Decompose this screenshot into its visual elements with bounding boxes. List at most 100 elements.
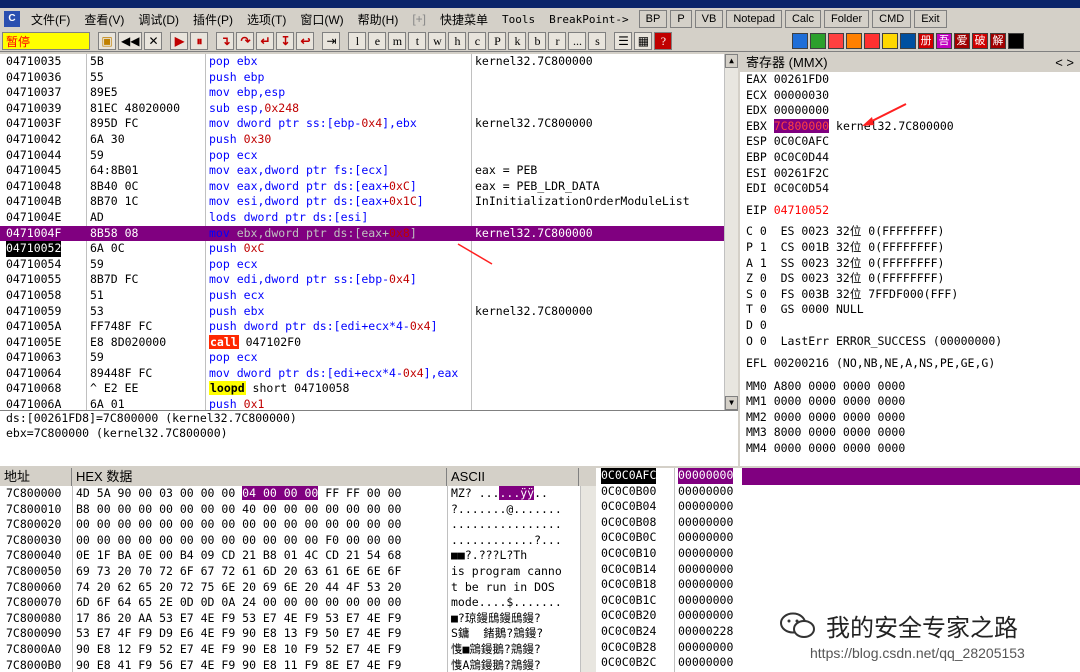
list-icon[interactable]: ☰ (614, 31, 633, 50)
folder-button[interactable]: Folder (823, 10, 870, 28)
disasm-row[interactable]: 0471003F 895D FC mov dword ptr ss:[ebp-0x4… (0, 116, 738, 132)
plugin-label-wu[interactable]: 吾 (936, 32, 952, 49)
restart-icon[interactable]: ◀◀ (118, 31, 143, 50)
menu-options[interactable]: 选项(T) (240, 11, 293, 28)
executables-button[interactable]: e (368, 31, 387, 50)
disasm-row[interactable]: 04710044 59 pop ecx (0, 148, 738, 164)
plugin-icon-7[interactable] (900, 32, 916, 49)
source-button[interactable]: s (588, 31, 607, 50)
menu-tools[interactable]: Tools (495, 13, 542, 26)
trace-over-icon[interactable]: ↧ (276, 31, 295, 50)
reg-ebp[interactable]: EBP 0C0C0D44 (740, 150, 1080, 166)
cmd-button[interactable]: CMD (872, 10, 912, 28)
stack-row[interactable]: 0C0C0B28 00000000 (596, 640, 742, 656)
disasm-row[interactable]: 0471005A FF748F FC push dword ptr ds:[edi+… (0, 319, 738, 335)
close-icon[interactable]: ✕ (144, 31, 163, 50)
threads-button[interactable]: t (408, 31, 427, 50)
help-icon[interactable]: ? (654, 31, 673, 50)
disasm-row[interactable]: 0471004B 8B70 1C mov esi,dword ptr ds:[eax… (0, 194, 738, 210)
menu-plugins[interactable]: 插件(P) (186, 11, 240, 28)
dump-row[interactable]: 7C800000 4D 5A 90 00 03 00 00 00 04 00 00… (0, 486, 596, 502)
reg-mm2[interactable]: MM2 0000 0000 0000 0000 (740, 410, 1080, 426)
open-icon[interactable]: ▣ (98, 31, 116, 50)
menu-window[interactable]: 窗口(W) (293, 11, 350, 28)
stack-row[interactable]: 0C0C0B00 00000000 (596, 484, 742, 500)
disasm-row[interactable]: 04710063 59 pop ecx (0, 350, 738, 366)
breakpoints-button[interactable]: b (528, 31, 547, 50)
memory-button[interactable]: m (388, 31, 407, 50)
menu-expand[interactable]: [+] (405, 12, 433, 26)
dump-row[interactable]: 7C800060 74 20 62 65 20 72 75 6E 20 69 6E… (0, 580, 596, 596)
vb-button[interactable]: VB (694, 10, 724, 28)
flag-row[interactable]: S 0 FS 003B 32位 7FFDF000(FFF) (740, 287, 1080, 303)
disasm-row[interactable]: 04710042 6A 30 push 0x30 (0, 132, 738, 148)
step-over-icon[interactable]: ↷ (236, 31, 255, 50)
execute-till-return-icon[interactable]: ↩ (296, 31, 315, 50)
stack-row[interactable]: 0C0C0B04 00000000 (596, 499, 742, 515)
dump-col-ascii[interactable]: ASCII (447, 468, 579, 486)
bp-button[interactable]: BP (638, 10, 668, 28)
windows-button[interactable]: w (428, 31, 447, 50)
stack-row[interactable]: 0C0C0B18 00000000 (596, 577, 742, 593)
menu-debug[interactable]: 调试(D) (131, 11, 186, 28)
plugin-icon-black[interactable] (1008, 32, 1024, 49)
plugin-label-ai[interactable]: 爱 (954, 32, 970, 49)
flag-row[interactable]: D 0 (740, 318, 1080, 334)
calc-button[interactable]: Calc (784, 10, 821, 28)
plugin-label-po[interactable]: 破 (972, 32, 988, 49)
disasm-row[interactable]: 0471005E E8 8D020000 call 047102F0 (0, 334, 738, 351)
menu-help[interactable]: 帮助(H) (351, 11, 406, 28)
reg-mm0[interactable]: MM0 A800 0000 0000 0000 (740, 379, 1080, 395)
dump-row[interactable]: 7C8000B0 90 E8 41 F9 56 E7 4E F9 90 E8 11… (0, 658, 596, 672)
reg-esp[interactable]: ESP 0C0C0AFC (740, 134, 1080, 150)
plugin-label-ce[interactable]: 册 (918, 32, 934, 49)
handles-button[interactable]: h (448, 31, 467, 50)
reg-mm4[interactable]: MM4 0000 0000 0000 0000 (740, 441, 1080, 457)
menu-view[interactable]: 查看(V) (77, 11, 131, 28)
run-trace-button[interactable]: ... (568, 31, 587, 50)
callstack-button[interactable]: k (508, 31, 527, 50)
disasm-row[interactable]: 04710048 8B40 0C mov eax,dword ptr ds:[eax… (0, 179, 738, 195)
reg-eax[interactable]: EAX 00261FD0 (740, 72, 1080, 88)
stack-row[interactable]: 0C0C0AFC 00000000 (596, 468, 742, 484)
stack-row[interactable]: 0C0C0B20 00000000 (596, 608, 742, 624)
dump-row[interactable]: 7C800040 0E 1F BA 0E 00 B4 09 CD 21 B8 01… (0, 548, 596, 564)
reg-eip[interactable]: EIP 04710052 (740, 203, 1080, 219)
plugin-label-jie[interactable]: 解 (990, 32, 1006, 49)
plugin-icon-4[interactable] (846, 32, 862, 49)
reg-mm3[interactable]: MM3 8000 0000 0000 0000 (740, 425, 1080, 441)
disasm-row[interactable]: 04710036 55 push ebp (0, 70, 738, 86)
scroll-down-icon[interactable]: ▼ (725, 396, 738, 410)
disasm-row[interactable]: 04710068 ^ E2 EE loopd short 04710058 (0, 381, 738, 397)
flag-row[interactable]: P 1 CS 001B 32位 0(FFFFFFFF) (740, 240, 1080, 256)
dump-row[interactable]: 7C800070 6D 6F 64 65 2E 0D 0D 0A 24 00 00… (0, 595, 596, 611)
plugin-icon-3[interactable] (828, 32, 844, 49)
reg-efl[interactable]: EFL 00200216 (NO,NB,NE,A,NS,PE,GE,G) (740, 356, 1080, 372)
stack-row[interactable]: 0C0C0B2C 00000000 (596, 655, 742, 671)
reg-edi[interactable]: EDI 0C0C0D54 (740, 181, 1080, 197)
flag-row[interactable]: O 0 LastErr ERROR_SUCCESS (00000000) (740, 334, 1080, 350)
dump-pane[interactable]: 7C800000 4D 5A 90 00 03 00 00 00 04 00 00… (0, 486, 596, 672)
plugin-icon-5[interactable] (864, 32, 880, 49)
disasm-row[interactable]: 04710054 59 pop ecx (0, 257, 738, 273)
menu-file[interactable]: 文件(F) (24, 11, 77, 28)
dump-row[interactable]: 7C800050 69 73 20 70 72 6F 67 72 61 6D 20… (0, 564, 596, 580)
patches-button[interactable]: P (488, 31, 507, 50)
log-button[interactable]: l (348, 31, 367, 50)
dump-scrollbar[interactable] (580, 486, 596, 672)
disasm-row[interactable]: 04710035 5B pop ebx kernel32.7C800000 (0, 54, 738, 70)
grid-icon[interactable]: ▦ (634, 31, 653, 50)
stack-row[interactable]: 0C0C0B10 00000000 (596, 546, 742, 562)
flag-row[interactable]: T 0 GS 0000 NULL (740, 302, 1080, 318)
dump-row[interactable]: 7C800010 B8 00 00 00 00 00 00 00 40 00 00… (0, 502, 596, 518)
dump-col-address[interactable]: 地址 (0, 468, 72, 486)
dump-row[interactable]: 7C800080 17 86 20 AA 53 E7 4E F9 53 E7 4E… (0, 611, 596, 627)
disasm-row[interactable]: 04710055 8B7D FC mov edi,dword ptr ss:[ebp… (0, 272, 738, 288)
step-into-icon[interactable]: ↴ (216, 31, 235, 50)
disasm-row[interactable]: 0471004E AD lods dword ptr ds:[esi] (0, 210, 738, 226)
p-button[interactable]: P (670, 10, 692, 28)
reg-esi[interactable]: ESI 00261F2C (740, 166, 1080, 182)
scroll-up-icon[interactable]: ▲ (725, 54, 738, 68)
stack-row[interactable]: 0C0C0B08 00000000 (596, 515, 742, 531)
disasm-row[interactable]: 04710052 6A 0C push 0xC (0, 241, 738, 257)
